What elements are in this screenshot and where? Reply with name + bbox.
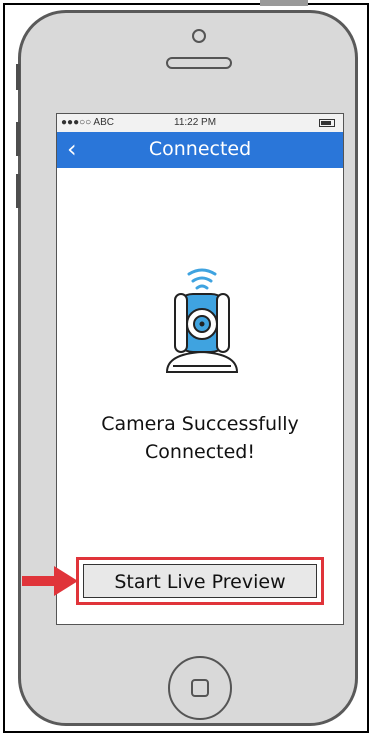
battery-icon xyxy=(319,119,335,127)
camera-icon xyxy=(165,268,239,373)
pointer-arrow-icon xyxy=(22,566,78,596)
volume-down-button[interactable] xyxy=(16,174,20,208)
message-line-1: Camera Successfully xyxy=(101,413,299,435)
success-message: Camera Successfully Connected! xyxy=(57,410,343,466)
wifi-icon xyxy=(187,268,217,290)
top-strip xyxy=(260,0,308,6)
earpiece-speaker xyxy=(166,57,232,69)
page-title: Connected xyxy=(148,138,252,160)
volume-up-button[interactable] xyxy=(16,122,20,156)
carrier-signal: ●●●○○ ABC xyxy=(61,117,114,128)
front-camera xyxy=(192,29,206,43)
home-button-icon[interactable] xyxy=(168,656,232,720)
screen: ●●●○○ ABC 11:22 PM ‹ Connected Camera Su… xyxy=(56,113,344,625)
status-bar: ●●●○○ ABC 11:22 PM xyxy=(57,114,343,132)
mute-switch[interactable] xyxy=(16,64,20,90)
start-live-preview-button[interactable]: Start Live Preview xyxy=(83,564,317,598)
highlight-box: Start Live Preview xyxy=(76,557,324,605)
message-line-2: Connected! xyxy=(145,441,255,463)
nav-bar: ‹ Connected xyxy=(57,132,343,168)
status-time: 11:22 PM xyxy=(174,117,217,128)
